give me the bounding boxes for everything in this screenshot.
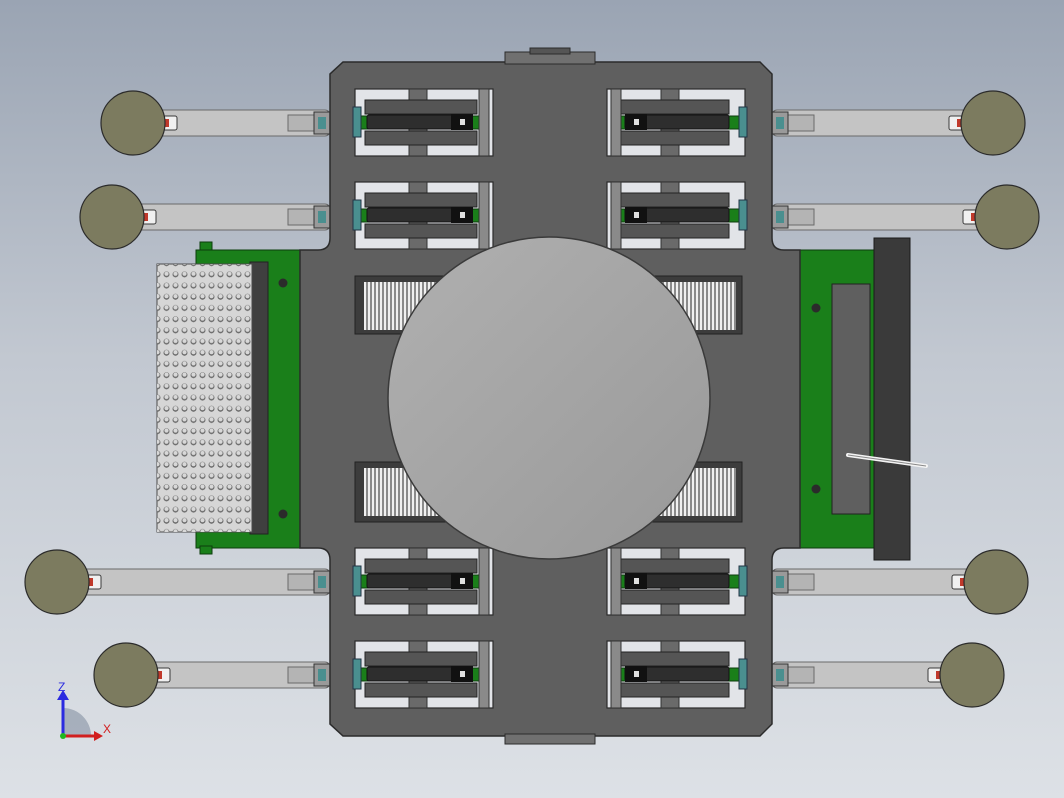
left-end-effector[interactable] — [156, 241, 301, 555]
suction-pad-2[interactable] — [79, 184, 145, 250]
suction-arm-2[interactable] — [111, 203, 331, 231]
gripper-module-5[interactable] — [352, 547, 494, 616]
suction-pad-4[interactable] — [93, 642, 159, 708]
suction-pad-8[interactable] — [939, 642, 1005, 708]
gripper-module-8[interactable] — [606, 640, 748, 709]
suction-arm-7[interactable] — [771, 568, 997, 596]
left-bolt-bottom — [278, 509, 288, 519]
suction-pad-7[interactable] — [963, 549, 1029, 615]
flat-plate — [873, 237, 911, 561]
perforated-holes — [157, 264, 252, 532]
gripper-module-4[interactable] — [606, 181, 748, 250]
suction-arm-3[interactable] — [56, 568, 331, 596]
right-bolt-top — [811, 303, 821, 313]
suction-pad-3[interactable] — [24, 549, 90, 615]
z-axis-label: Z — [58, 680, 65, 694]
suction-pad-6[interactable] — [974, 184, 1040, 250]
bottom-mount-block — [504, 733, 596, 745]
x-axis-label: X — [103, 722, 111, 736]
left-bolt-top — [278, 278, 288, 288]
gripper-module-2[interactable] — [606, 88, 748, 157]
gripper-module-7[interactable] — [352, 640, 494, 709]
cad-viewport[interactable]: Z X — [0, 0, 1064, 798]
gripper-module-1[interactable] — [352, 88, 494, 157]
right-bolt-bottom — [811, 484, 821, 494]
y-axis-dot — [60, 733, 66, 739]
right-end-effector[interactable] — [799, 237, 928, 561]
suction-arm-6[interactable] — [771, 203, 1008, 231]
suction-arm-5[interactable] — [771, 109, 994, 137]
gripper-module-3[interactable] — [352, 181, 494, 250]
suction-pad-5[interactable] — [960, 90, 1026, 156]
gripper-module-6[interactable] — [606, 547, 748, 616]
center-hub-disc[interactable] — [387, 236, 711, 560]
suction-pad-1[interactable] — [100, 90, 166, 156]
